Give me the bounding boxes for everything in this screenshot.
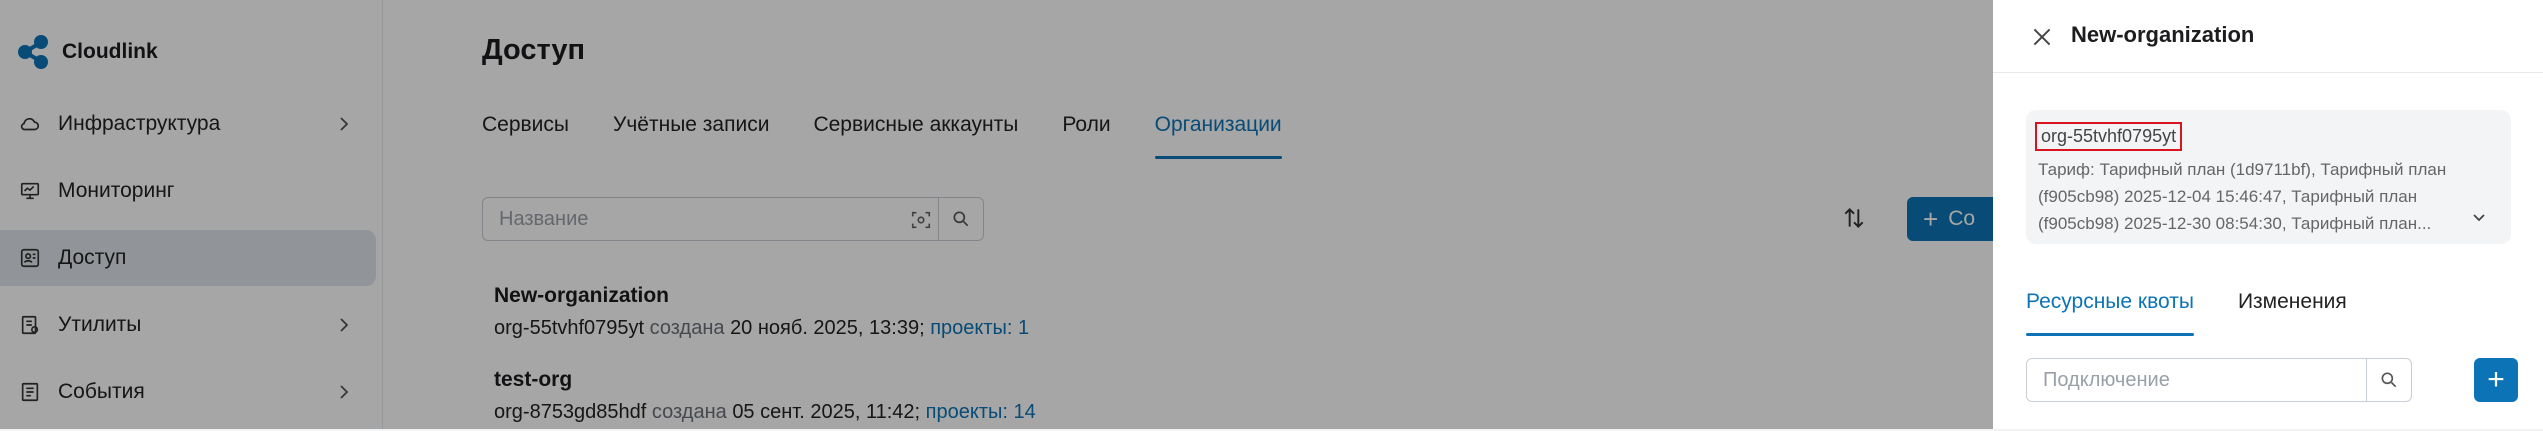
chevron-down-icon[interactable] xyxy=(2469,207,2489,227)
connection-search-input[interactable] xyxy=(2027,359,2345,401)
modal-backdrop[interactable] xyxy=(0,0,1993,429)
panel-search-box xyxy=(2026,358,2412,402)
tariff-text: Тариф: Тарифный план (1d9711bf), Тарифны… xyxy=(2038,160,2447,233)
plus-icon: + xyxy=(2487,363,2505,396)
add-quota-button[interactable]: + xyxy=(2474,358,2518,402)
tab-changes[interactable]: Изменения xyxy=(2238,290,2347,334)
organization-info-card: org-55tvhf0795yt Тариф: Тарифный план (1… xyxy=(2026,110,2511,244)
panel-tabs: Ресурсные квоты Изменения xyxy=(2026,290,2391,336)
org-id-highlight[interactable]: org-55tvhf0795yt xyxy=(2035,122,2183,151)
search-button[interactable] xyxy=(2366,359,2411,401)
panel-title: New-organization xyxy=(2071,22,2255,47)
divider xyxy=(1993,72,2543,73)
close-icon[interactable] xyxy=(2029,24,2055,50)
tab-resource-quotas[interactable]: Ресурсные квоты xyxy=(2026,290,2194,336)
organization-details-panel: New-organization org-55tvhf0795yt Тариф:… xyxy=(1993,0,2543,429)
